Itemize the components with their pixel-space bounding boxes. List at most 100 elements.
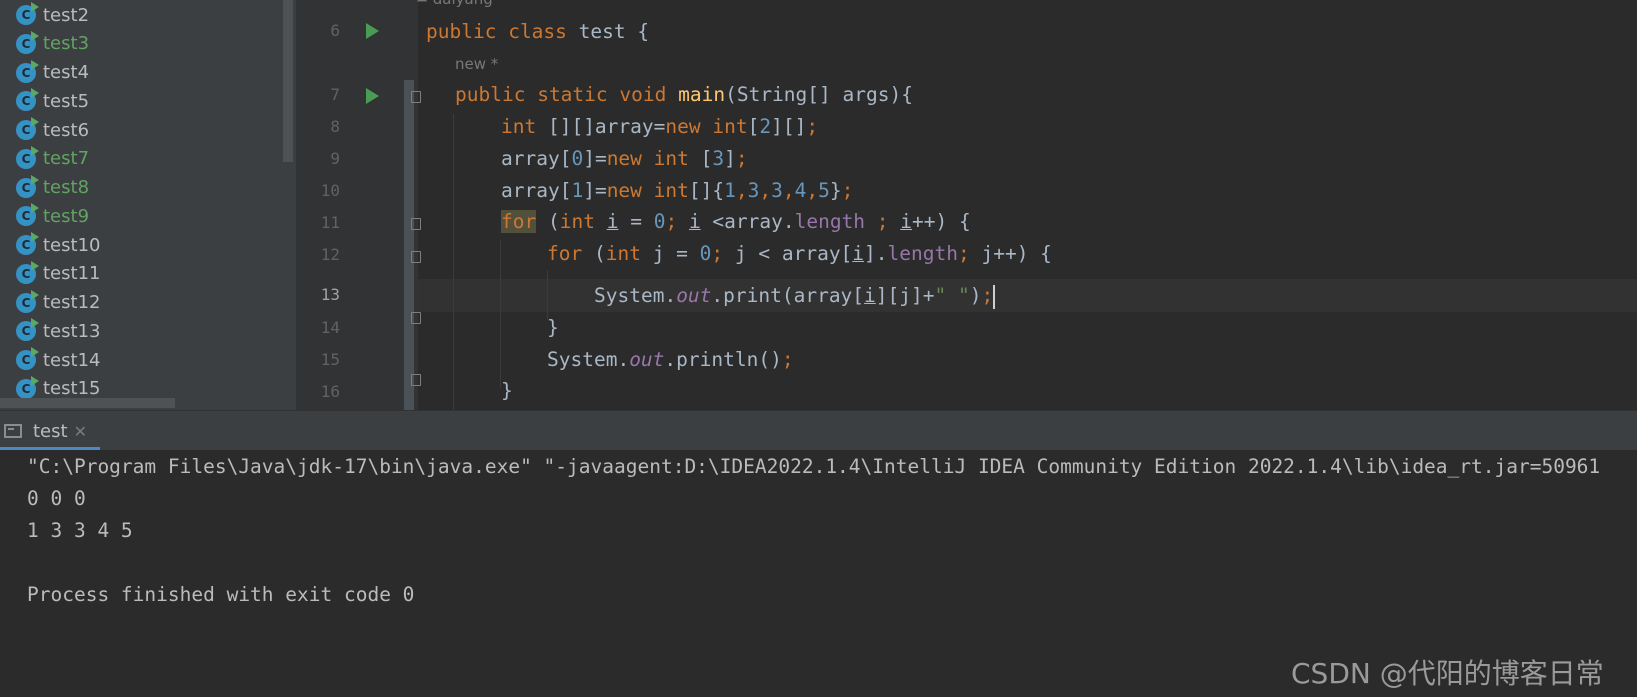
project-tree-item[interactable]: Ctest12 [16, 288, 100, 318]
project-tree-item-label: test7 [43, 148, 90, 170]
project-tree-item-label: test14 [43, 349, 101, 371]
project-tree-item[interactable]: Ctest13 [16, 316, 100, 346]
close-icon[interactable]: ✕ [74, 422, 87, 441]
project-tree-item-label: test13 [43, 320, 101, 342]
fold-marker-icon[interactable] [411, 91, 421, 103]
project-tree-item[interactable]: Ctest4 [16, 58, 89, 88]
runnable-badge-icon [31, 347, 39, 357]
project-tree-item[interactable]: Ctest5 [16, 86, 89, 116]
runnable-badge-icon [31, 375, 39, 386]
java-class-icon: C [16, 88, 39, 112]
project-tree-item-label: test9 [43, 205, 90, 227]
project-tree-item-label: test11 [43, 263, 101, 285]
project-tree-item[interactable]: Ctest14 [16, 345, 100, 375]
project-tree-item[interactable]: Ctest3 [16, 29, 89, 59]
project-tree-item[interactable]: Ctest7 [16, 144, 89, 174]
java-class-icon: C [16, 117, 39, 140]
project-tree-item-label: test15 [43, 378, 101, 400]
code-line-9[interactable]: array[0]=new int [3]; [501, 142, 748, 175]
fold-marker-icon[interactable] [411, 218, 421, 230]
editor-gutter [296, 0, 418, 410]
runnable-badge-icon [31, 260, 39, 271]
project-tree-item-label: test10 [43, 234, 101, 256]
fold-marker-icon[interactable] [411, 312, 421, 324]
code-line-8[interactable]: int [][]array=new int[2][]; [501, 110, 818, 143]
project-tree-item-label: test4 [43, 62, 90, 83]
project-tree-item[interactable]: Ctest11 [16, 259, 100, 289]
java-class-icon: C [16, 174, 39, 198]
indent-guide [500, 240, 501, 388]
runnable-badge-icon [31, 203, 39, 214]
gutter-change-marker [404, 80, 414, 410]
line-number: 14 [320, 318, 340, 337]
runnable-badge-icon [31, 117, 39, 127]
line-number: 16 [320, 382, 340, 401]
line-number: 6 [330, 21, 340, 40]
line-number: 12 [320, 245, 340, 264]
code-line-11[interactable]: for (int i = 0; i <array.length ; i++) { [501, 205, 971, 238]
watermark: CSDN @代阳的博客日常 [1291, 657, 1604, 690]
run-tab-label: test [33, 420, 68, 442]
java-class-icon: C [16, 232, 39, 255]
runnable-badge-icon [31, 30, 39, 41]
tree-vertical-scrollbar[interactable] [283, 0, 293, 162]
project-tree-item-label: test12 [43, 292, 101, 313]
console-line: 1 3 3 4 5 [27, 519, 133, 542]
java-class-icon: C [16, 2, 39, 25]
project-tree-item-label: test2 [43, 4, 90, 26]
console-icon [4, 424, 22, 438]
code-editor[interactable]: 6 7 8 9 10 11 12 13 14 15 16 ⏶ daiyang n… [296, 0, 1637, 410]
runnable-badge-icon [31, 88, 39, 99]
line-number: 8 [330, 117, 340, 136]
project-tree-item[interactable]: Ctest9 [16, 201, 89, 231]
fold-marker-icon[interactable] [411, 374, 421, 386]
project-tree-item-label: test6 [43, 119, 90, 141]
project-tree-item[interactable]: Ctest2 [16, 0, 89, 30]
project-tree-item-label: test8 [43, 177, 90, 198]
usage-hint: new * [455, 55, 499, 73]
line-number: 11 [320, 213, 340, 232]
tree-horizontal-scrollbar[interactable] [0, 398, 175, 408]
runnable-badge-icon [31, 2, 39, 12]
console-line: Process finished with exit code 0 [27, 583, 415, 606]
text-caret [993, 284, 996, 309]
project-tree-item-label: test3 [43, 33, 90, 55]
code-line-12[interactable]: for (int j = 0; j < array[i].length; j++… [547, 237, 1052, 270]
code-line-10[interactable]: array[1]=new int[]{1,3,3,4,5}; [501, 174, 853, 207]
project-tree-item[interactable]: Ctest10 [16, 230, 100, 260]
runnable-badge-icon [31, 318, 39, 329]
runnable-badge-icon [31, 289, 39, 300]
java-class-icon: C [16, 260, 39, 284]
runnable-badge-icon [31, 174, 39, 185]
code-line-13[interactable]: System.out.print(array[i][j]+" "); [594, 279, 996, 312]
project-tree-panel: Ctest2 Ctest3 Ctest4 Ctest5 Ctest6 Ctest7 Ctes… [0, 0, 296, 410]
code-line-14[interactable]: } [547, 311, 559, 344]
java-class-icon: C [16, 59, 39, 83]
run-class-icon[interactable] [366, 23, 379, 39]
runnable-badge-icon [31, 145, 39, 156]
line-number: 15 [320, 350, 340, 369]
line-number: 7 [330, 85, 340, 104]
java-class-icon: C [16, 289, 39, 313]
fold-marker-icon[interactable] [411, 251, 421, 263]
runnable-badge-icon [31, 59, 39, 70]
java-class-icon: C [16, 30, 39, 54]
current-line-number: 13 [320, 285, 340, 304]
code-line-16[interactable]: } [501, 374, 513, 407]
code-line-15[interactable]: System.out.println(); [547, 343, 794, 376]
project-tree-item[interactable]: Ctest8 [16, 173, 89, 203]
run-main-icon[interactable] [366, 88, 379, 104]
console-line: 0 0 0 [27, 487, 86, 510]
run-tab-test[interactable]: test ✕ [0, 411, 87, 451]
run-tool-window-tabbar: test ✕ [0, 410, 1637, 451]
code-line-7[interactable]: public static void main(String[] args){ [455, 78, 913, 111]
project-tree-item-label: test5 [43, 90, 90, 112]
java-class-icon: C [16, 375, 39, 399]
runnable-badge-icon [31, 232, 39, 242]
code-line-6[interactable]: public class test { [426, 15, 649, 48]
project-tree-item[interactable]: Ctest6 [16, 115, 89, 145]
java-class-icon: C [16, 203, 39, 227]
java-class-icon: C [16, 145, 39, 169]
console-line: "C:\Program Files\Java\jdk-17\bin\java.e… [27, 455, 1601, 478]
line-number: 9 [330, 149, 340, 168]
